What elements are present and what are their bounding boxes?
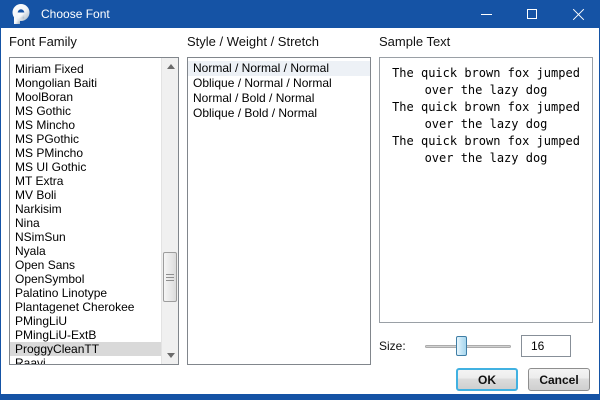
- size-label: Size:: [379, 339, 406, 353]
- minimize-button[interactable]: [463, 0, 509, 28]
- scroll-down-button[interactable]: [162, 347, 178, 364]
- size-input[interactable]: [521, 335, 571, 357]
- sample-line: over the lazy dog: [424, 83, 548, 97]
- app-icon: [12, 4, 30, 24]
- minimize-icon: [480, 13, 492, 15]
- titlebar: Choose Font: [1, 0, 599, 28]
- font-family-item[interactable]: MS UI Gothic: [10, 160, 161, 174]
- size-slider[interactable]: [425, 336, 511, 356]
- style-item[interactable]: Normal / Normal / Normal: [188, 61, 370, 76]
- window-bottom-border: [1, 394, 599, 400]
- font-family-item[interactable]: Palatino Linotype: [10, 286, 161, 300]
- sample-line: The quick brown fox jumped: [392, 134, 580, 148]
- font-family-item[interactable]: Nyala: [10, 244, 161, 258]
- sample-line: The quick brown fox jumped: [392, 100, 580, 114]
- font-family-item[interactable]: Plantagenet Cherokee: [10, 300, 161, 314]
- style-label: Style / Weight / Stretch: [187, 34, 319, 49]
- style-weight-stretch-list[interactable]: Normal / Normal / Normal Oblique / Normal…: [187, 57, 371, 365]
- scroll-up-icon: [166, 64, 175, 69]
- sample-line: over the lazy dog: [424, 117, 548, 131]
- font-family-item[interactable]: OpenSymbol: [10, 272, 161, 286]
- font-family-item[interactable]: MS PGothic: [10, 132, 161, 146]
- maximize-icon: [527, 9, 537, 19]
- thumb-grip: [166, 273, 174, 275]
- font-family-item[interactable]: Raavi: [10, 356, 161, 364]
- sample-line: over the lazy dog: [424, 151, 548, 165]
- font-family-item[interactable]: MT Extra: [10, 174, 161, 188]
- size-slider-track[interactable]: [425, 345, 511, 348]
- font-family-item[interactable]: MS Gothic: [10, 104, 161, 118]
- font-family-item[interactable]: Miriam Fixed: [10, 62, 161, 76]
- font-family-item[interactable]: Open Sans: [10, 258, 161, 272]
- font-family-item[interactable]: Nina: [10, 216, 161, 230]
- window-title: Choose Font: [41, 7, 110, 21]
- font-family-item[interactable]: Narkisim: [10, 202, 161, 216]
- close-icon: [572, 8, 585, 21]
- cancel-button[interactable]: Cancel: [528, 368, 590, 391]
- font-family-item[interactable]: Mongolian Baiti: [10, 76, 161, 90]
- sample-text-box: The quick brown fox jumped over the lazy …: [379, 57, 593, 323]
- style-item[interactable]: Oblique / Bold / Normal: [188, 106, 370, 121]
- size-slider-thumb[interactable]: [456, 336, 467, 356]
- style-item[interactable]: Oblique / Normal / Normal: [188, 76, 370, 91]
- scroll-down-icon: [166, 353, 175, 358]
- font-list-scrollbar[interactable]: [161, 58, 178, 364]
- font-family-item[interactable]: MV Boli: [10, 188, 161, 202]
- font-family-label: Font Family: [9, 34, 77, 49]
- font-family-item[interactable]: NSimSun: [10, 230, 161, 244]
- maximize-button[interactable]: [509, 0, 555, 28]
- font-family-item[interactable]: MoolBoran: [10, 90, 161, 104]
- ok-button[interactable]: OK: [456, 368, 518, 391]
- scrollbar-thumb[interactable]: [163, 252, 177, 302]
- font-family-item[interactable]: PMingLiU-ExtB: [10, 328, 161, 342]
- sample-text-label: Sample Text: [379, 34, 451, 49]
- font-family-item[interactable]: MS PMincho: [10, 146, 161, 160]
- font-family-item[interactable]: MS Mincho: [10, 118, 161, 132]
- font-family-item[interactable]: ProggyCleanTT: [10, 342, 161, 356]
- style-item[interactable]: Normal / Bold / Normal: [188, 91, 370, 106]
- choose-font-dialog: Choose Font Font Family Style / Weight /…: [0, 0, 600, 400]
- font-family-list[interactable]: Miriam Fixed Mongolian Baiti MoolBoran MS G…: [9, 57, 179, 365]
- close-button[interactable]: [555, 0, 599, 28]
- sample-line: The quick brown fox jumped: [392, 66, 580, 80]
- scroll-up-button[interactable]: [162, 58, 178, 75]
- font-family-item[interactable]: PMingLiU: [10, 314, 161, 328]
